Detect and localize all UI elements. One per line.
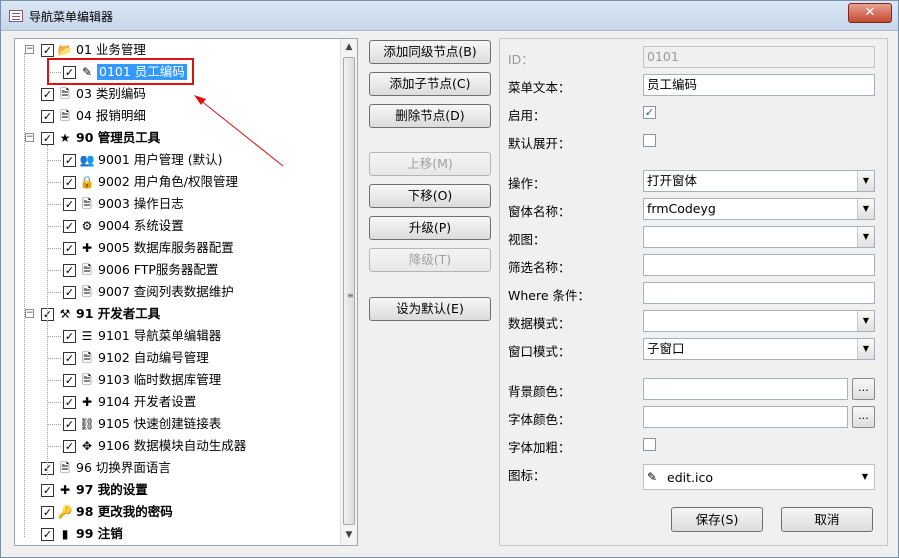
chevron-down-icon[interactable]: ▼ [857,227,874,247]
operation-value: 打开窗体 [647,173,698,188]
font-color-input[interactable] [643,406,848,428]
enabled-label: 启用： [508,108,546,123]
window-mode-value: 子窗口 [647,341,685,356]
chevron-down-icon[interactable]: ▼ [857,171,874,191]
view-label: 视图： [508,232,546,247]
window-mode-select[interactable]: 子窗口 ▼ [643,338,875,360]
menu-text-label: 菜单文本： [508,80,571,95]
data-mode-label: 数据模式： [508,316,571,331]
id-label: ID： [508,52,534,67]
edit-icon: ✎ [647,470,658,484]
expand-checkbox[interactable] [643,134,656,147]
chevron-down-icon[interactable]: ▼ [857,339,874,359]
icon-label: 图标： [508,468,546,483]
font-color-browse-button[interactable]: ... [852,406,875,428]
save-button[interactable]: 保存(S) [671,507,763,532]
move-down-button[interactable]: 下移(O) [369,184,491,208]
chevron-down-icon[interactable]: ▼ [857,311,874,331]
data-mode-select[interactable]: ▼ [643,310,875,332]
background-color-browse-button[interactable]: ... [852,378,875,400]
font-bold-checkbox[interactable] [643,438,656,451]
where-condition-label: Where 条件： [508,288,591,303]
move-up-button[interactable]: 上移(M) [369,152,491,176]
id-field: 0101 [643,46,875,68]
menu-text-input[interactable]: 员工编码 [643,74,875,96]
cancel-button[interactable]: 取消 [781,507,873,532]
form-name-select[interactable]: frmCodeyg ▼ [643,198,875,220]
enabled-checkbox[interactable]: ✓ [643,106,656,119]
icon-select[interactable]: ✎ edit.ico ▼ [643,464,875,490]
set-default-button[interactable]: 设为默认(E) [369,297,491,321]
downgrade-button[interactable]: 降级(T) [369,248,491,272]
operation-label: 操作： [508,176,546,191]
form-name-value: frmCodeyg [647,201,716,216]
window-mode-label: 窗口模式： [508,344,571,359]
where-condition-input[interactable] [643,282,875,304]
operation-select[interactable]: 打开窗体 ▼ [643,170,875,192]
add-child-node-button[interactable]: 添加子节点(C) [369,72,491,96]
view-select[interactable]: ▼ [643,226,875,248]
icon-value: edit.ico [667,470,713,485]
chevron-down-icon[interactable]: ▼ [857,199,874,219]
filter-name-label: 筛选名称： [508,260,571,275]
form-name-label: 窗体名称： [508,204,571,219]
add-sibling-node-button[interactable]: 添加同级节点(B) [369,40,491,64]
delete-node-button[interactable]: 删除节点(D) [369,104,491,128]
filter-name-input[interactable] [643,254,875,276]
background-color-label: 背景颜色： [508,384,571,399]
expand-label: 默认展开： [508,136,571,151]
chevron-down-icon[interactable]: ▼ [862,472,868,481]
background-color-input[interactable] [643,378,848,400]
upgrade-button[interactable]: 升级(P) [369,216,491,240]
font-color-label: 字体颜色： [508,412,571,427]
font-bold-label: 字体加粗： [508,440,571,455]
